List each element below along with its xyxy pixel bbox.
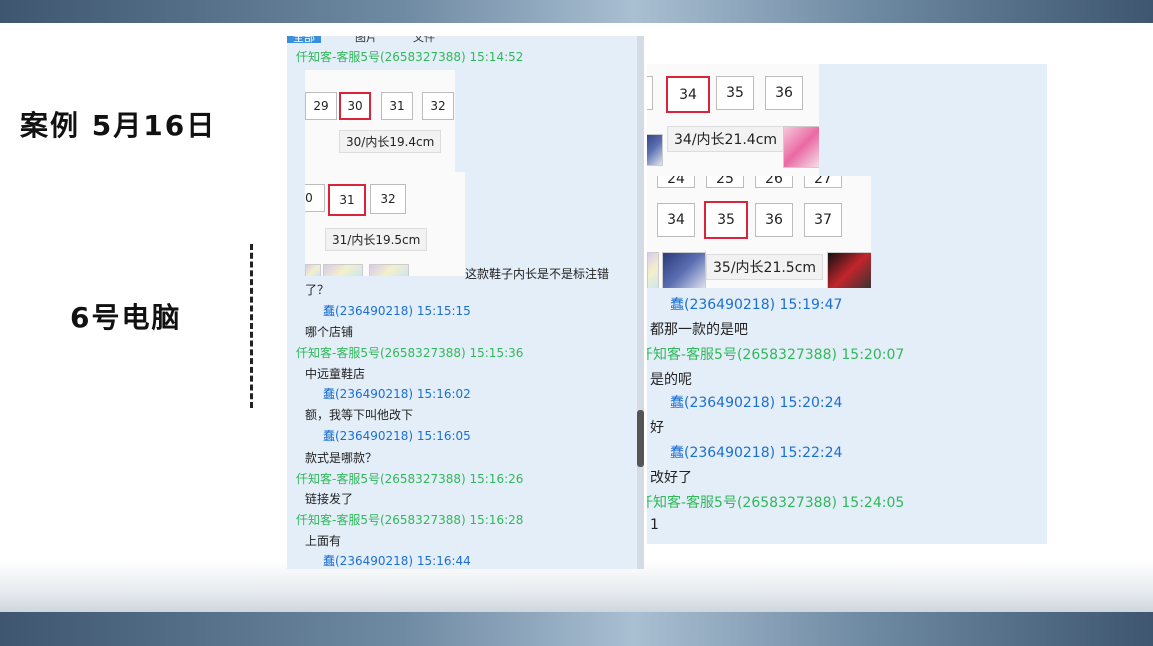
- chat-scrollbar-thumb[interactable]: [637, 410, 644, 467]
- size-option: 25: [706, 176, 744, 188]
- size-option: 27: [804, 176, 842, 188]
- size-option: 35: [716, 76, 754, 110]
- size-option: 36: [765, 76, 803, 110]
- size-option: 36: [755, 203, 793, 237]
- slide-top-banner: [0, 0, 1153, 23]
- chat-message: 改好了: [650, 470, 692, 486]
- chat-sender-header: 仟知客-客服5号(2658327388) 15:14:52: [296, 50, 524, 64]
- chat-sender-user: 蠢(236490218) 15:22:24: [670, 445, 843, 461]
- chat-message: 链接发了: [305, 492, 354, 506]
- chat-sender-user: 蠢(236490218) 15:15:15: [323, 304, 471, 318]
- size-tooltip: 31/内长19.5cm: [325, 228, 428, 251]
- size-option: 34: [657, 203, 695, 237]
- chat-message: 哪个店铺: [305, 325, 354, 339]
- dashed-divider: [250, 244, 253, 408]
- chat-window-right: 34 35 36 34/内长21.4cm 24 25 26 27 34 35 3…: [647, 64, 1047, 544]
- chat-message: 好: [650, 420, 664, 436]
- size-screenshot-c: 34 35 36 34/内长21.4cm: [647, 64, 819, 176]
- chat-sender-user: 蠢(236490218) 15:19:47: [670, 297, 843, 313]
- size-screenshot-a: 29 30 31 32 30/内长19.4cm: [305, 70, 455, 172]
- chat-tabs: 全部 图片 文件: [287, 36, 644, 44]
- shoe-thumbnail: [369, 264, 409, 276]
- chat-sender-user: 蠢(236490218) 15:16:02: [323, 387, 471, 401]
- size-screenshot-b: 0 31 32 31/内长19.5cm: [305, 172, 465, 276]
- chat-sender-user: 蠢(236490218) 15:16:05: [323, 429, 471, 443]
- chat-sender-user: 蠢(236490218) 15:16:44: [323, 554, 471, 568]
- size-screenshot-d: 24 25 26 27 34 35 36 37 35/内长21.5cm: [647, 176, 871, 288]
- size-tooltip: 35/内长21.5cm: [706, 254, 824, 280]
- size-option: 32: [422, 92, 454, 120]
- chat-window-left: 全部 图片 文件 仟知客-客服5号(2658327388) 15:14:52 2…: [287, 36, 644, 569]
- tab-files[interactable]: 文件: [413, 36, 435, 44]
- computer-label: 6号电脑: [70, 301, 182, 334]
- size-option-selected: 30: [339, 92, 371, 120]
- chat-message: 上面有: [305, 534, 342, 548]
- size-tooltip: 34/内长21.4cm: [667, 126, 785, 152]
- size-option: 24: [657, 176, 695, 188]
- size-option: 31: [381, 92, 413, 120]
- shoe-thumbnail: [827, 252, 871, 288]
- chat-message: 都那一款的是吧: [650, 322, 748, 338]
- chat-sender-service: 仟知客-客服5号(2658327388) 15:20:07: [647, 347, 905, 363]
- chat-message: 这款鞋子内长是不是标注错: [465, 267, 610, 281]
- size-tooltip: 30/内长19.4cm: [339, 130, 442, 153]
- shoe-thumbnail: [305, 264, 321, 276]
- size-option: 37: [804, 203, 842, 237]
- size-option: 0: [305, 184, 325, 212]
- shoe-thumbnail: [783, 126, 819, 168]
- chat-message: 了？: [305, 283, 330, 297]
- chat-message: 中远童鞋店: [305, 367, 366, 381]
- shoe-thumbnail: [647, 134, 663, 166]
- slide-title: 案例 5月16日: [20, 109, 217, 142]
- chat-message: 是的呢: [650, 372, 692, 388]
- size-option: 26: [755, 176, 793, 188]
- chat-scrollbar[interactable]: [637, 36, 644, 569]
- chat-sender-user: 蠢(236490218) 15:20:24: [670, 395, 843, 411]
- shoe-thumbnail: [323, 264, 363, 276]
- chat-sender-service: 仟知客-客服5号(2658327388) 15:15:36: [296, 346, 524, 360]
- tab-images[interactable]: 图片: [355, 36, 377, 44]
- chat-sender-service: 仟知客-客服5号(2658327388) 15:16:26: [296, 472, 524, 486]
- slide-bottom-banner: [0, 612, 1153, 646]
- chat-message: 1: [650, 517, 659, 533]
- size-option-selected: 34: [666, 76, 710, 113]
- size-option: 29: [305, 92, 337, 120]
- chat-sender-service: 仟知客-客服5号(2658327388) 15:24:05: [647, 495, 905, 511]
- chat-message: 额，我等下叫他改下: [305, 408, 414, 422]
- size-option-selected: 31: [328, 184, 366, 216]
- chat-sender-service: 仟知客-客服5号(2658327388) 15:16:28: [296, 513, 524, 527]
- tab-all[interactable]: 全部: [287, 36, 321, 44]
- shoe-thumbnail: [662, 252, 706, 288]
- size-option: 32: [370, 184, 406, 214]
- shoe-thumbnail: [647, 252, 659, 288]
- size-option-partial: [647, 76, 653, 110]
- chat-message: 款式是哪款？: [305, 451, 378, 465]
- size-option-selected: 35: [704, 201, 748, 239]
